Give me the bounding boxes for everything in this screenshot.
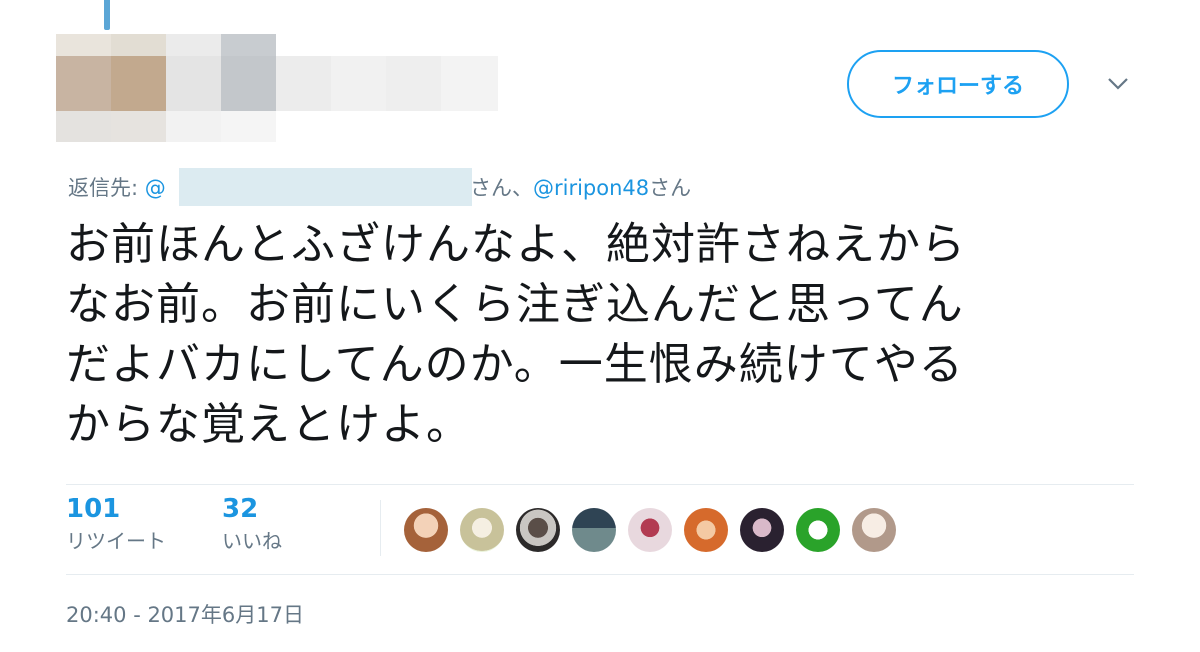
retweet-label: リツイート [66, 529, 166, 553]
reply-suffix-1: さん、 [470, 176, 533, 200]
like-count: 32 [222, 494, 259, 524]
retweet-stat[interactable]: 101 リツイート [66, 492, 166, 556]
tweet-line: からな覚えとけよ。 [66, 399, 471, 450]
liker-avatar[interactable] [460, 508, 504, 552]
stats-bottom-divider [66, 574, 1134, 575]
reply-context: 返信先: @ [68, 173, 166, 203]
follow-button[interactable]: フォローする [847, 50, 1069, 118]
liker-avatar[interactable] [404, 508, 448, 552]
liker-avatar[interactable] [852, 508, 896, 552]
chevron-down-icon[interactable] [1104, 72, 1132, 96]
tweet-line: だよバカにしてんのか。一生恨み続けてやる [66, 339, 964, 390]
reply-prefix: 返信先: [68, 176, 145, 200]
mention-link-redacted[interactable]: @ [145, 176, 166, 200]
mention-link-riripon48[interactable]: @riripon48 [533, 176, 649, 200]
reply-tail: さん、@riripon48さん [470, 173, 691, 203]
tweet-line: なお前。お前にいくら注ぎ込んだと思ってん [66, 279, 964, 330]
liker-avatar[interactable] [572, 508, 616, 552]
liker-avatar[interactable] [516, 508, 560, 552]
retweet-count: 101 [66, 494, 121, 524]
blurred-user-header[interactable] [56, 34, 498, 142]
thread-connector-line [104, 0, 110, 30]
tweet-line: お前ほんとふざけんなよ、絶対許さねえから [66, 219, 966, 270]
tweet-timestamp[interactable]: 20:40 - 2017年6月17日 [66, 600, 304, 630]
redacted-username [179, 168, 472, 206]
liker-avatar[interactable] [628, 508, 672, 552]
liker-avatar[interactable] [740, 508, 784, 552]
reply-suffix-2: さん [649, 176, 692, 200]
liker-avatar[interactable] [684, 508, 728, 552]
stats-vertical-divider [380, 500, 381, 556]
like-label: いいね [222, 529, 282, 553]
tweet-text: お前ほんとふざけんなよ、絶対許さねえから なお前。お前にいくら注ぎ込んだと思って… [66, 215, 1146, 455]
stats-top-divider [66, 484, 1134, 485]
liker-avatar[interactable] [796, 508, 840, 552]
like-stat[interactable]: 32 いいね [222, 492, 282, 556]
